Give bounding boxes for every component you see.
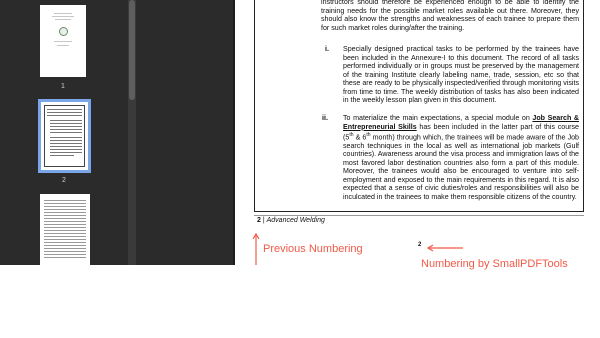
arrow-left-icon [427, 244, 463, 252]
thumb-text-line [44, 251, 86, 252]
thumb-text-line [44, 230, 86, 231]
thumb-text-line [50, 149, 82, 150]
list-item-ii: To materialize the main expectations, a … [343, 114, 579, 201]
thumb-text-line [44, 221, 86, 222]
thumb-text-line [44, 245, 86, 246]
page-border-bottom [254, 211, 584, 212]
thumb-text-line [50, 126, 82, 127]
thumb-text-line [44, 218, 86, 219]
thumb-text-line [44, 227, 86, 228]
thumb-text-line [54, 41, 72, 42]
page-thumbnail-1[interactable] [40, 5, 86, 77]
intro-paragraph: instructors should therefore be experien… [321, 0, 579, 32]
page-border-left [254, 0, 255, 212]
footer-rule [254, 215, 584, 216]
page-thumbnail-3[interactable] [40, 194, 90, 265]
item-text: & 6 [353, 133, 367, 142]
thumb-text-line [44, 254, 86, 255]
arrow-up-icon [252, 233, 260, 265]
thumb-text-line [44, 248, 86, 249]
thumb-text-line [44, 233, 86, 234]
thumbnail-label-1: 1 [61, 83, 65, 90]
smallpdf-page-number: 2 [418, 242, 422, 248]
thumb-text-line [47, 109, 82, 110]
thumb-text-line [44, 206, 86, 207]
thumb-text-line [44, 224, 86, 225]
page-border-right [583, 0, 584, 212]
page-footer: 2 | Advanced Welding [257, 217, 325, 224]
thumb-text-line [54, 13, 72, 14]
item-text: month) through which, the trainees will … [343, 133, 580, 201]
footer-title: Advanced Welding [266, 217, 325, 224]
page-thumbnail-2-selected[interactable] [38, 99, 91, 173]
thumb-text-line [50, 140, 82, 141]
thumb-text-line [50, 152, 82, 153]
thumb-text-line [50, 120, 82, 121]
thumb-text-line [44, 236, 86, 237]
thumb-text-line [47, 115, 82, 116]
thumb-text-line [44, 257, 86, 258]
thumb-text-line [44, 239, 86, 240]
thumb-text-line [47, 112, 82, 113]
panel-divider [233, 0, 235, 265]
thumb-text-line [50, 137, 82, 138]
thumb-text-line [52, 16, 74, 17]
thumb-text-line [50, 146, 82, 147]
screenshot-root: 1 2 instructors should therefore be expe… [0, 0, 600, 338]
thumb-text-line [44, 212, 86, 213]
list-marker-ii: ii. [322, 114, 328, 122]
list-item-i: Specially designed practical tasks to be… [343, 45, 579, 104]
scrollbar-thumb[interactable] [129, 0, 135, 100]
thumb-text-line [44, 242, 86, 243]
thumb-text-line [44, 215, 86, 216]
thumbnail-panel [0, 0, 235, 265]
smallpdf-numbering-label: Numbering by SmallPDFTools [421, 258, 568, 270]
thumb-text-line [50, 143, 82, 144]
item-text: To materialize the main expectations, a … [343, 114, 533, 122]
thumb-text-line [50, 129, 82, 130]
thumb-text-line [44, 203, 86, 204]
thumb-text-line [50, 123, 82, 124]
thumb-text-line [44, 209, 86, 210]
thumb-logo-icon [59, 27, 68, 36]
thumb-text-line [55, 19, 71, 20]
thumb-text-line [44, 200, 86, 201]
thumbnail-label-2: 2 [62, 177, 66, 184]
thumb-text-line [50, 132, 82, 133]
previous-numbering-label: Previous Numbering [263, 243, 363, 255]
thumb-text-line [57, 45, 69, 46]
list-marker-i: i. [325, 45, 329, 53]
thumb-text-line [50, 155, 74, 156]
